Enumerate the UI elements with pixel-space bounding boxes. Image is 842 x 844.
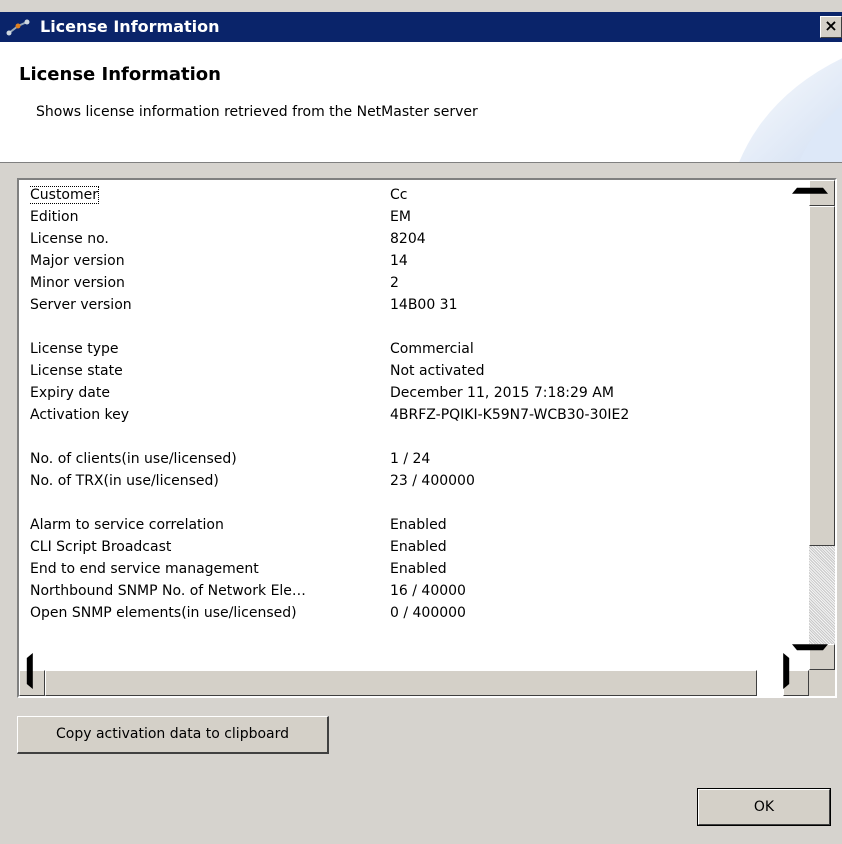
- license-row: Northbound SNMP No. of Network Ele… 16 / …: [30, 580, 805, 602]
- license-row-key: Northbound SNMP No. of Network Ele…: [30, 580, 390, 602]
- license-row-value: EM: [390, 209, 411, 225]
- license-row-key-text: CLI Script Broadcast: [30, 539, 172, 555]
- license-row-value: 14: [390, 253, 408, 269]
- license-row-key-text: Server version: [30, 297, 132, 313]
- license-row: License type Commercial: [30, 338, 805, 360]
- license-row-key: Server version: [30, 294, 390, 316]
- license-row: CLI Script Broadcast Enabled: [30, 536, 805, 558]
- license-row-value: 23 / 400000: [390, 473, 475, 489]
- arrow-up-icon: [792, 180, 828, 194]
- license-row-key: Customer: [30, 184, 390, 206]
- arrow-left-icon: [19, 653, 33, 689]
- license-row-key: Alarm to service correlation: [30, 514, 390, 536]
- close-icon[interactable]: ×: [820, 16, 842, 38]
- license-row-key-text: Open SNMP elements(in use/licensed): [30, 605, 297, 621]
- scroll-up-button[interactable]: [792, 180, 835, 206]
- window-title: License Information: [40, 17, 220, 36]
- license-row-key: License type: [30, 338, 390, 360]
- license-row-value: Enabled: [390, 561, 447, 577]
- license-details-list: Customer Cc Edition EM License no. 8204 Major …: [30, 184, 805, 670]
- license-row: License state Not activated: [30, 360, 805, 382]
- banner-graphic: [739, 58, 842, 162]
- scroll-left-button[interactable]: [19, 653, 45, 696]
- license-row: Open SNMP elements(in use/licensed) 0 / 4…: [30, 602, 805, 624]
- license-row-key-text: Customer: [30, 186, 100, 204]
- ok-button[interactable]: OK: [697, 788, 831, 826]
- header-description: Shows license information retrieved from…: [36, 104, 478, 120]
- license-row-value: Commercial: [390, 341, 474, 357]
- license-row: Expiry date December 11, 2015 7:18:29 AM: [30, 382, 805, 404]
- license-row-value: Cc: [390, 187, 408, 203]
- license-row: Customer Cc: [30, 184, 805, 206]
- license-row-key: Open SNMP elements(in use/licensed): [30, 602, 390, 624]
- license-row-key-text: Edition: [30, 209, 79, 225]
- scroll-thumb[interactable]: [809, 206, 835, 546]
- license-row-key: Activation key: [30, 404, 390, 426]
- license-row-key: End to end service management: [30, 558, 390, 580]
- vertical-scrollbar[interactable]: [792, 180, 835, 670]
- row-spacer: [30, 492, 805, 514]
- license-row-value: Not activated: [390, 363, 485, 379]
- license-row-key-text: Northbound SNMP No. of Network Ele…: [30, 583, 306, 599]
- license-row-key-text: License state: [30, 363, 123, 379]
- license-row-key-text: No. of clients(in use/licensed): [30, 451, 237, 467]
- license-row-key-text: Alarm to service correlation: [30, 517, 224, 533]
- license-row-value: 8204: [390, 231, 426, 247]
- license-row-key: Edition: [30, 206, 390, 228]
- license-row-value: 0 / 400000: [390, 605, 466, 621]
- license-row-key: Major version: [30, 250, 390, 272]
- license-row-key: License state: [30, 360, 390, 382]
- scroll-right-button[interactable]: [783, 653, 809, 696]
- license-row-value: December 11, 2015 7:18:29 AM: [390, 385, 614, 401]
- license-row: Alarm to service correlation Enabled: [30, 514, 805, 536]
- license-row: Activation key 4BRFZ-PQIKI-K59N7-WCB30-30…: [30, 404, 805, 426]
- copy-activation-data-button[interactable]: Copy activation data to clipboard: [17, 716, 329, 754]
- row-spacer: [30, 316, 805, 338]
- license-details-panel[interactable]: Customer Cc Edition EM License no. 8204 Major …: [17, 178, 837, 698]
- license-row: Server version 14B00 31: [30, 294, 805, 316]
- license-row-key-text: License no.: [30, 231, 109, 247]
- license-row-value: Enabled: [390, 517, 447, 533]
- dialog-header: License Information Shows license inform…: [0, 42, 842, 163]
- license-row: License no. 8204: [30, 228, 805, 250]
- scroll-corner: [809, 670, 835, 696]
- license-row: Edition EM: [30, 206, 805, 228]
- license-row: End to end service management Enabled: [30, 558, 805, 580]
- license-row: No. of clients(in use/licensed) 1 / 24: [30, 448, 805, 470]
- header-title: License Information: [19, 64, 221, 85]
- license-row-key-text: Expiry date: [30, 385, 110, 401]
- horizontal-scrollbar[interactable]: [19, 653, 809, 696]
- license-row-key-text: Activation key: [30, 407, 130, 423]
- license-row-key-text: License type: [30, 341, 119, 357]
- license-row-value: 14B00 31: [390, 297, 458, 313]
- license-row-key-text: Minor version: [30, 275, 125, 291]
- license-row-value: 1 / 24: [390, 451, 431, 467]
- license-row-key-text: Major version: [30, 253, 125, 269]
- license-row: No. of TRX(in use/licensed) 23 / 400000: [30, 470, 805, 492]
- network-node-icon: [6, 19, 30, 36]
- license-row-key: Minor version: [30, 272, 390, 294]
- license-row-key-text: End to end service management: [30, 561, 259, 577]
- license-row-value: 16 / 40000: [390, 583, 466, 599]
- license-row-key: Expiry date: [30, 382, 390, 404]
- license-row-value: Enabled: [390, 539, 447, 555]
- license-row-key: CLI Script Broadcast: [30, 536, 390, 558]
- license-row-value: 4BRFZ-PQIKI-K59N7-WCB30-30IE2: [390, 407, 630, 423]
- title-bar: License Information ×: [0, 12, 842, 42]
- license-row-key: No. of clients(in use/licensed): [30, 448, 390, 470]
- row-spacer: [30, 426, 805, 448]
- license-row: Minor version 2: [30, 272, 805, 294]
- horizontal-scroll-thumb[interactable]: [45, 670, 757, 696]
- license-row-value: 2: [390, 275, 399, 291]
- license-row-key: No. of TRX(in use/licensed): [30, 470, 390, 492]
- license-row: Major version 14: [30, 250, 805, 272]
- license-row-key-text: No. of TRX(in use/licensed): [30, 473, 219, 489]
- license-row-key: License no.: [30, 228, 390, 250]
